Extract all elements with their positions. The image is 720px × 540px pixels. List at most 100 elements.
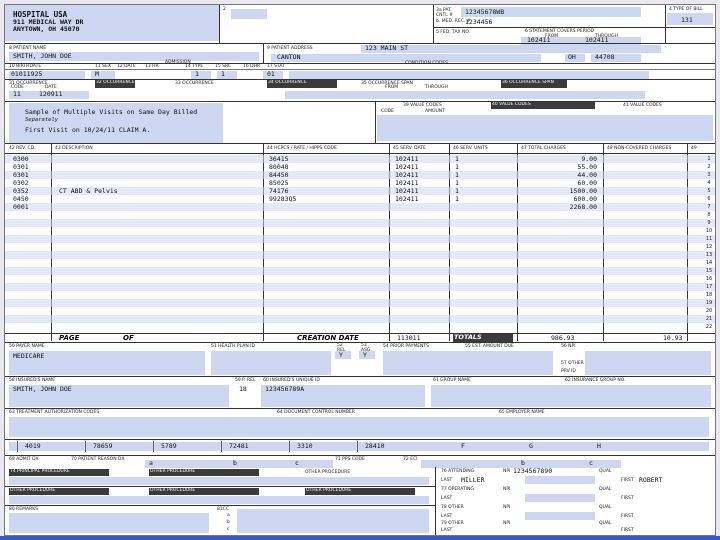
diagnosis-slot-label: G [529, 442, 533, 450]
diagnosis-code: 3310 [297, 442, 313, 450]
table-row [5, 267, 715, 275]
row-number: 6 [707, 196, 711, 202]
line-total: 600.00 [573, 194, 597, 203]
line-units: 1 [455, 154, 459, 163]
remark-line-3: First Visit on 10/24/11 CLAIM A. [25, 126, 151, 134]
row-number: 4 [707, 180, 711, 186]
table-row [5, 251, 715, 259]
row-number: 20 [705, 308, 713, 314]
line-hcpcs: 80048 [269, 162, 289, 171]
line-rev: 0301 [13, 170, 29, 179]
line-rev: 0352 [13, 186, 29, 195]
attending-npi: 1234567890 [513, 467, 553, 475]
table-row [5, 307, 715, 315]
line-total: 2268.00 [569, 202, 597, 211]
row-number: 10 [705, 228, 713, 234]
payer-name: MEDICARE [13, 352, 45, 360]
table-row [5, 291, 715, 299]
line-date: 102411 [395, 170, 419, 179]
line-units: 1 [455, 186, 459, 195]
patient-name-label: 8 PATIENT NAME [9, 46, 47, 51]
diagnosis-slot-label: F [461, 442, 465, 450]
line-rev: 0001 [13, 202, 29, 211]
table-row [5, 155, 715, 163]
row-number: 1 [707, 156, 711, 162]
line-rev: 0300 [13, 154, 29, 163]
insured-name: SMITH, JOHN DOE [13, 385, 72, 393]
row-number: 12 [705, 244, 713, 250]
table-row [5, 203, 715, 211]
page-label: PAGE [59, 334, 80, 342]
patient-zip: 44708 [595, 53, 615, 61]
table-row [5, 195, 715, 203]
bottom-accent-bar [0, 536, 720, 540]
pat-cntl-label: 3a PAT. CNTL # [436, 8, 453, 18]
line-rev: 0301 [13, 162, 29, 171]
line-hcpcs: 84450 [269, 170, 289, 179]
line-total: 55.00 [577, 162, 597, 171]
patient-state: OH [568, 53, 576, 61]
line-hcpcs: 85025 [269, 178, 289, 187]
table-row [5, 235, 715, 243]
row-number: 22 [705, 324, 713, 330]
admission-source: 1 [221, 70, 225, 78]
occurrence-date: 120911 [39, 90, 63, 98]
line-units: 1 [455, 162, 459, 171]
type-bill-label: 4 TYPE OF BILL [669, 7, 703, 12]
line-units: 1 [455, 194, 459, 203]
patient-relationship: 18 [239, 385, 247, 393]
line-rev: 0450 [13, 194, 29, 203]
diagnosis-code: 5789 [161, 442, 177, 450]
attending-last: MILLER [461, 476, 485, 484]
remark-line-2: Separately [25, 117, 59, 123]
row-number: 8 [707, 212, 711, 218]
totals-label: TOTALS [453, 334, 513, 342]
line-total: 44.00 [577, 170, 597, 179]
total-noncovered: 10.93 [663, 334, 683, 342]
patient-status: 01 [267, 70, 275, 78]
diagnosis-code: 78659 [93, 442, 113, 450]
line-desc: CT ABD & Pelvis [59, 186, 118, 195]
line-date: 102411 [395, 162, 419, 171]
table-row [5, 227, 715, 235]
diagnosis-code: 28410 [365, 442, 385, 450]
table-row [5, 299, 715, 307]
patient-control-number: 12345678WB [465, 8, 505, 16]
insured-unique-id: 123456789A [265, 385, 305, 393]
release-info: Y [339, 351, 343, 359]
medical-record-number: 1234456 [465, 18, 493, 26]
row-number: 2 [707, 164, 711, 170]
attending-first: ROBERT [639, 476, 663, 484]
row-number: 17 [705, 284, 713, 290]
row-number: 11 [705, 236, 713, 242]
row-number: 16 [705, 276, 713, 282]
row-number: 19 [705, 300, 713, 306]
assignment-benefits: Y [363, 351, 367, 359]
line-date: 102411 [395, 194, 419, 203]
row-number: 7 [707, 204, 711, 210]
of-label: OF [123, 334, 134, 342]
fed-tax-label: 5 FED. TAX NO. [436, 30, 471, 35]
table-row [5, 275, 715, 283]
type-of-bill: 131 [681, 16, 693, 24]
line-rev: 0302 [13, 178, 29, 187]
line-hcpcs: 74176 [269, 186, 289, 195]
line-units: 1 [455, 170, 459, 179]
table-row [5, 323, 715, 331]
diagnosis-slot-label: H [597, 442, 601, 450]
remark-line-1: Sample of Multiple Visits on Same Day Bi… [25, 108, 198, 116]
statement-label: 6 STATEMENT COVERS PERIOD [525, 29, 595, 34]
creation-date: 113011 [397, 334, 421, 342]
row-number: 3 [707, 172, 711, 178]
patient-city: CANTON [277, 53, 301, 61]
provider-city: ANYTOWN, OH 45070 [13, 25, 80, 33]
row-number: 15 [705, 268, 713, 274]
occurrence-code: 11 [13, 90, 21, 98]
creation-date-label: CREATION DATE [297, 334, 359, 342]
diagnosis-code: 4019 [25, 442, 41, 450]
birthdate: 01011925 [11, 70, 43, 78]
line-date: 102411 [395, 154, 419, 163]
row-number: 5 [707, 188, 711, 194]
line-hcpcs: 36415 [269, 154, 289, 163]
patient-name: SMITH, JOHN DOE [13, 52, 72, 60]
